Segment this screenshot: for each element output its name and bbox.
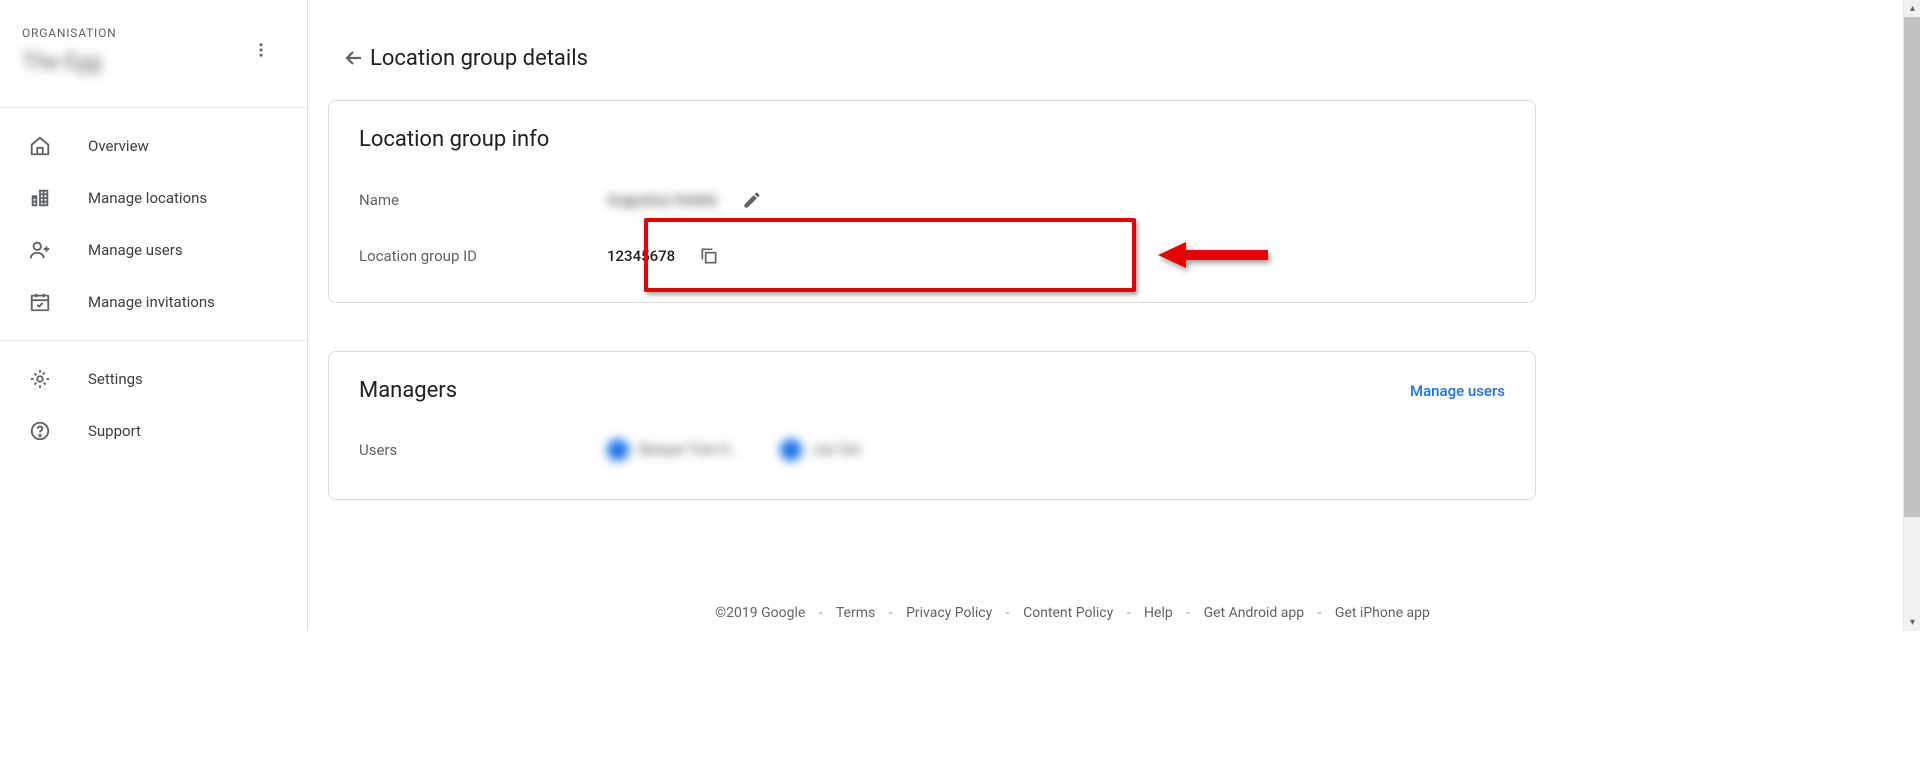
sidebar-item-settings[interactable]: Settings xyxy=(0,353,307,405)
users-label: Users xyxy=(359,441,607,459)
footer-link-privacy[interactable]: Privacy Policy xyxy=(906,605,992,621)
outer-scrollbar[interactable]: ▴ ▾ xyxy=(1903,0,1920,631)
help-icon xyxy=(28,419,52,443)
person-add-icon xyxy=(28,238,52,262)
avatar-icon xyxy=(607,439,629,461)
sidebar-item-label: Manage invitations xyxy=(88,293,215,311)
location-group-id-value: 12345678 xyxy=(607,247,675,265)
location-group-id-label: Location group ID xyxy=(359,247,607,265)
footer-link-terms[interactable]: Terms xyxy=(836,605,875,621)
edit-name-button[interactable] xyxy=(740,188,764,212)
event-available-icon xyxy=(28,290,52,314)
sidebar-item-overview[interactable]: Overview xyxy=(0,120,307,172)
home-icon xyxy=(28,134,52,158)
sidebar-item-label: Support xyxy=(88,422,141,440)
sidebar-item-manage-invitations[interactable]: Manage invitations xyxy=(0,276,307,328)
footer: ©2019 Google - Terms - Privacy Policy - … xyxy=(616,605,1529,621)
scroll-down-button[interactable]: ▾ xyxy=(1904,614,1920,631)
sidebar-item-label: Manage locations xyxy=(88,189,207,207)
sidebar-header: ORGANISATION The Egg xyxy=(0,0,307,108)
gear-icon xyxy=(28,367,52,391)
footer-link-iphone[interactable]: Get iPhone app xyxy=(1335,605,1430,621)
page-header: Location group details xyxy=(308,0,1556,100)
avatar-icon xyxy=(780,439,802,461)
manage-users-link[interactable]: Manage users xyxy=(1410,382,1505,400)
location-city-icon xyxy=(28,186,52,210)
main-content: Location group details Location group in… xyxy=(308,0,1556,631)
scroll-thumb[interactable] xyxy=(1904,17,1920,517)
user-name: Banyan Tree H... xyxy=(639,442,740,458)
user-chip: Banyan Tree H... xyxy=(607,439,740,461)
back-button[interactable] xyxy=(334,38,374,78)
arrow-back-icon xyxy=(342,46,366,70)
sidebar-item-label: Settings xyxy=(88,370,143,388)
users-row: Users Banyan Tree H... Joy Tan xyxy=(329,415,1535,499)
scroll-up-button[interactable]: ▴ xyxy=(1904,0,1920,17)
more-vert-icon xyxy=(252,41,270,59)
copy-icon xyxy=(699,246,719,266)
footer-link-help[interactable]: Help xyxy=(1144,605,1173,621)
managers-card: Managers Manage users Users Banyan Tree … xyxy=(328,351,1536,500)
copy-id-button[interactable] xyxy=(697,244,721,268)
sidebar-item-label: Overview xyxy=(88,137,149,155)
sidebar-item-manage-users[interactable]: Manage users xyxy=(0,224,307,276)
page-title: Location group details xyxy=(370,46,588,71)
more-options-button[interactable] xyxy=(245,34,277,66)
sidebar: ORGANISATION The Egg Overview Manage loc… xyxy=(0,0,308,631)
sidebar-item-support[interactable]: Support xyxy=(0,405,307,457)
user-chip: Joy Tan xyxy=(780,439,860,461)
card-title: Location group info xyxy=(329,101,1535,172)
name-label: Name xyxy=(359,191,607,209)
name-row: Name Augustus Hotels xyxy=(329,172,1535,228)
sidebar-item-label: Manage users xyxy=(88,241,183,259)
user-name: Joy Tan xyxy=(812,442,860,458)
footer-link-android[interactable]: Get Android app xyxy=(1204,605,1304,621)
nav-section-footer: Settings Support xyxy=(0,340,307,469)
nav-section-main: Overview Manage locations Manage users M… xyxy=(0,108,307,340)
sidebar-item-manage-locations[interactable]: Manage locations xyxy=(0,172,307,224)
card-title: Managers xyxy=(359,378,457,403)
footer-link-content-policy[interactable]: Content Policy xyxy=(1023,605,1113,621)
footer-copyright: ©2019 Google xyxy=(715,605,805,621)
scroll-track[interactable] xyxy=(1904,517,1920,614)
location-group-info-card: Location group info Name Augustus Hotels… xyxy=(328,100,1536,303)
name-value: Augustus Hotels xyxy=(607,191,718,209)
pencil-icon xyxy=(742,190,762,210)
location-group-id-row: Location group ID 12345678 xyxy=(329,228,1535,284)
organisation-label: ORGANISATION xyxy=(22,26,285,40)
